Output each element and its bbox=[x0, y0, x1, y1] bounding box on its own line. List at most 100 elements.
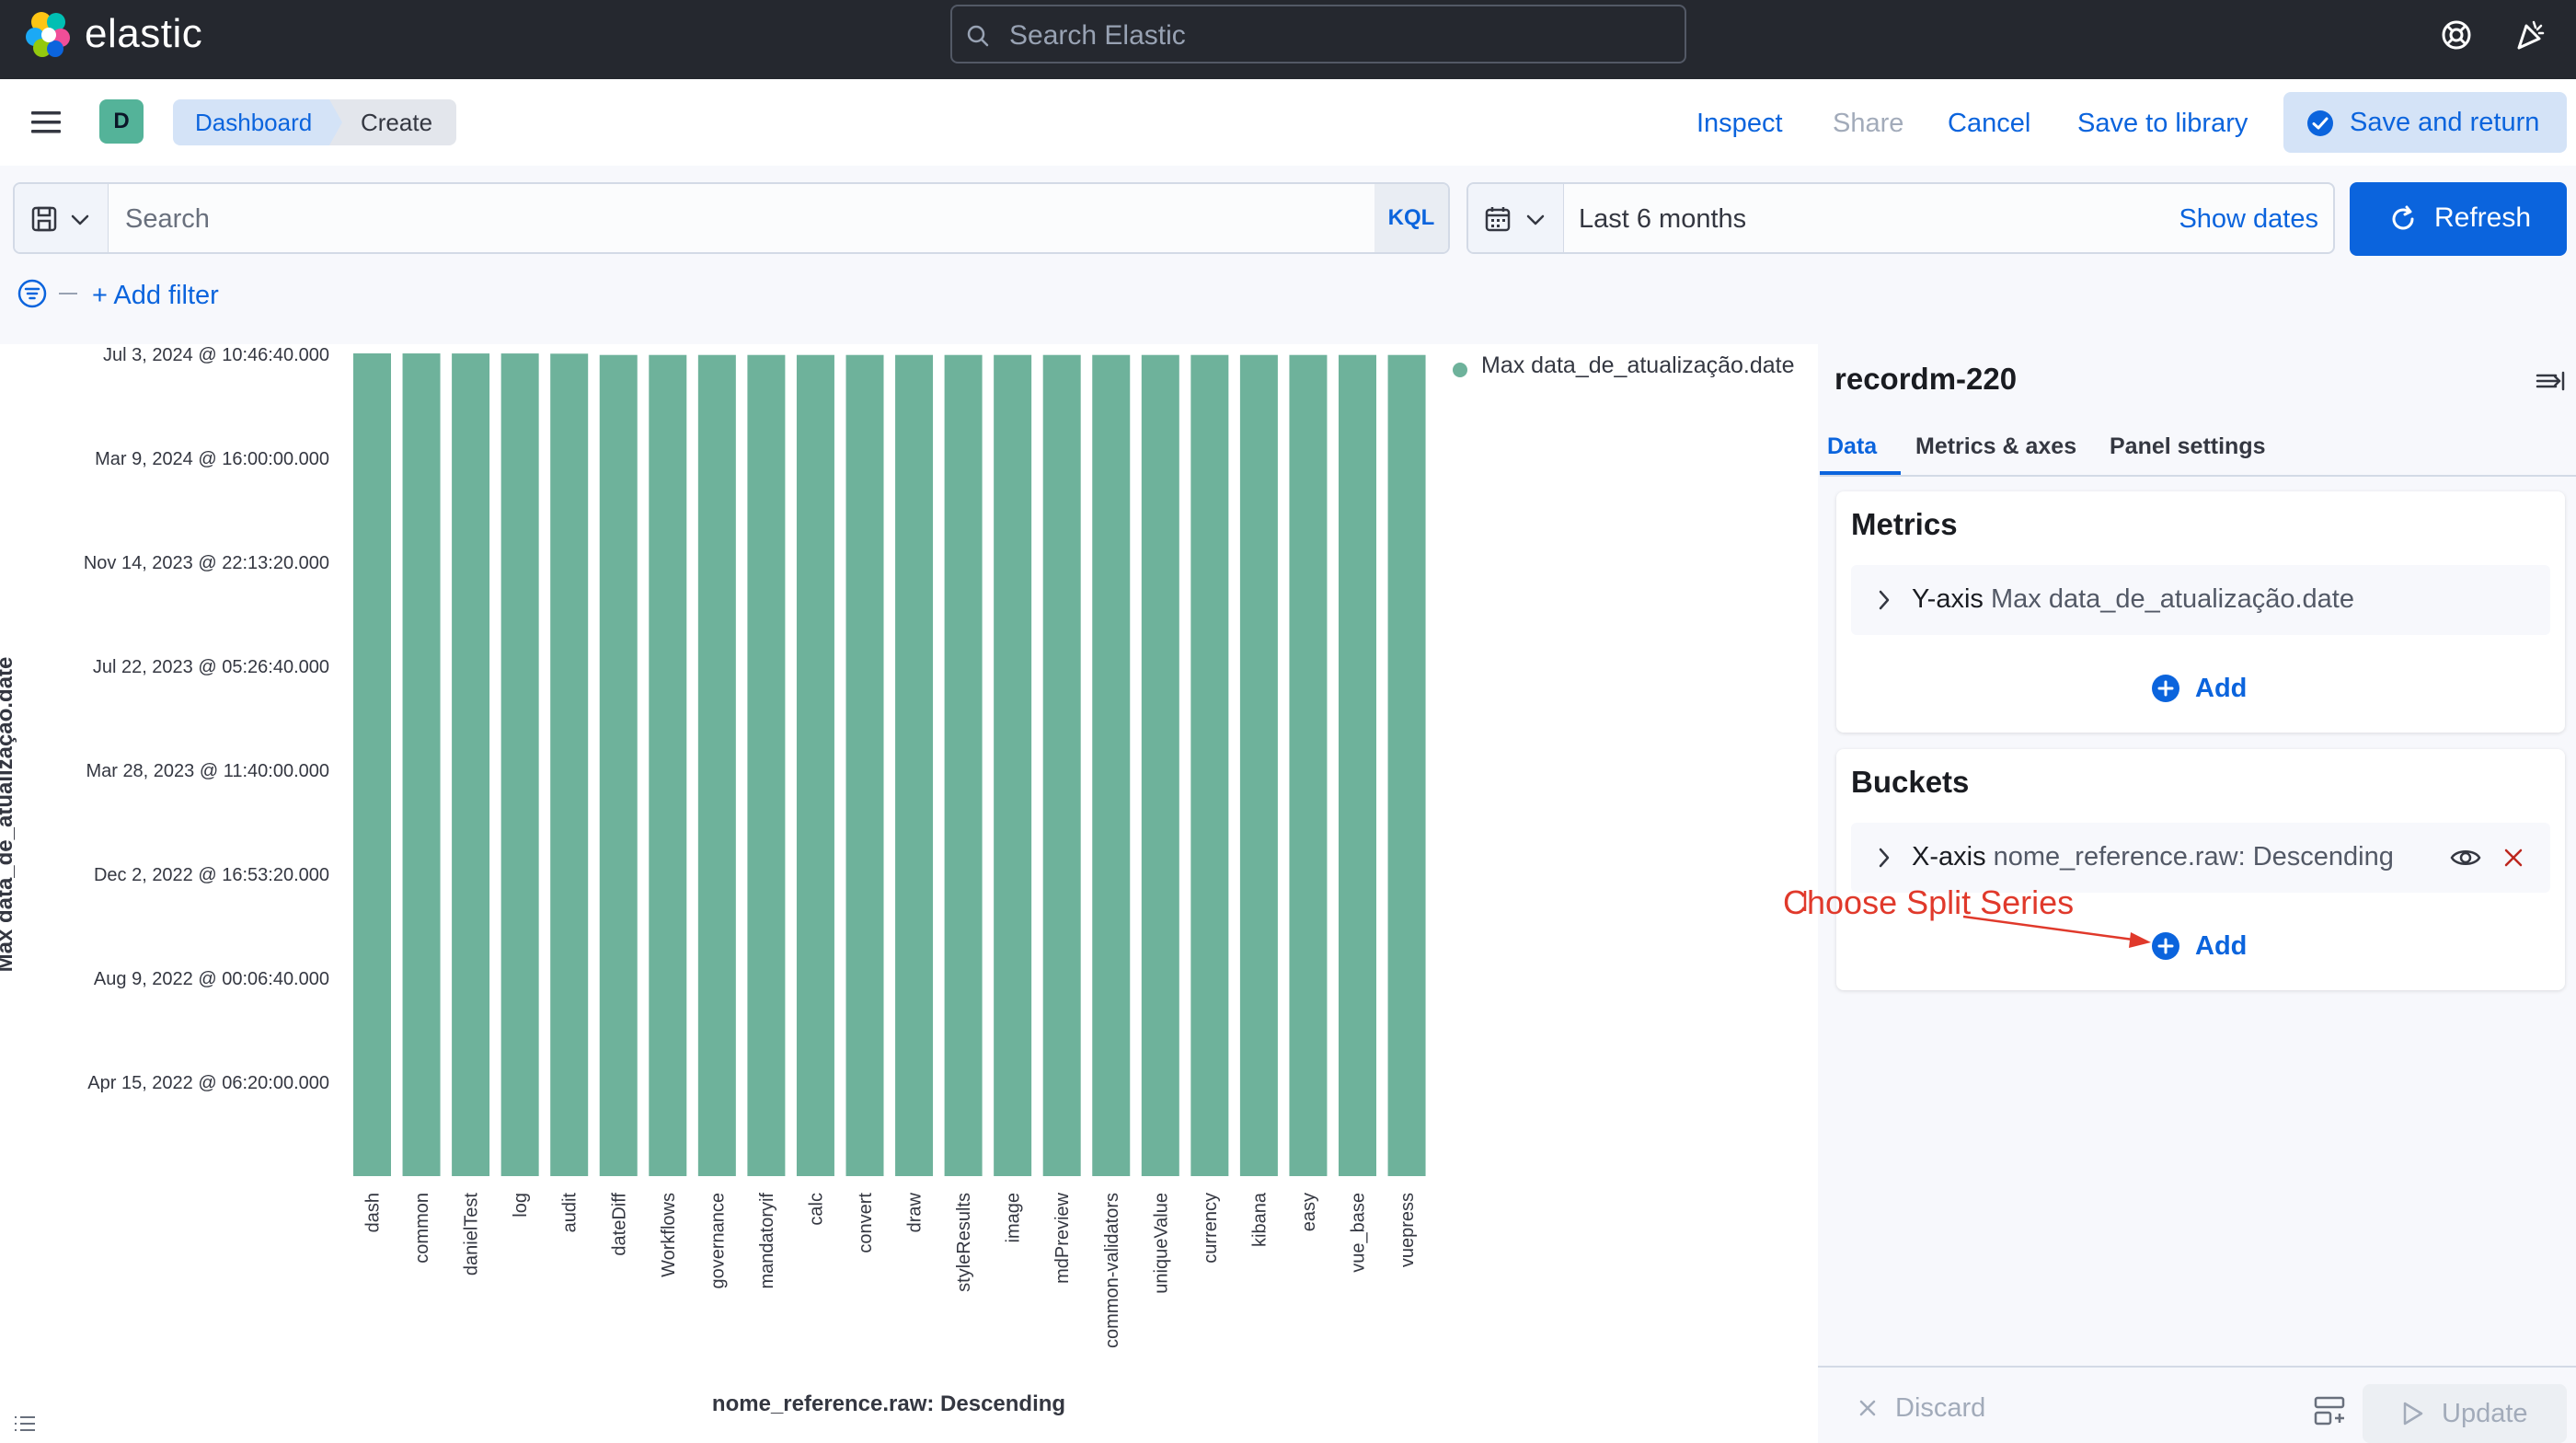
chart-bar[interactable] bbox=[994, 354, 1032, 1176]
chart-bar[interactable] bbox=[1289, 354, 1328, 1176]
plus-circle-icon bbox=[2152, 675, 2179, 702]
chart-bar[interactable] bbox=[944, 354, 983, 1176]
search-icon bbox=[967, 25, 989, 47]
y-tick-label: Apr 15, 2022 @ 06:20:00.000 bbox=[87, 1073, 329, 1093]
x-tick-label: dateDiff bbox=[609, 1193, 629, 1256]
list-icon[interactable] bbox=[9, 1410, 42, 1439]
chart-bar[interactable] bbox=[1190, 354, 1229, 1176]
chart-bar[interactable] bbox=[1387, 354, 1426, 1176]
plus-circle-icon bbox=[2152, 932, 2179, 960]
add-bucket-label: Add bbox=[2195, 931, 2248, 961]
chart-bar[interactable] bbox=[452, 353, 490, 1176]
x-axis-label: X-axis nome_reference.raw: Descending bbox=[1912, 840, 2394, 873]
saved-query-button[interactable] bbox=[15, 184, 109, 252]
legend-color-dot[interactable] bbox=[1453, 363, 1467, 377]
x-tick-label: convert bbox=[856, 1193, 876, 1253]
date-picker[interactable]: Last 6 months Show dates bbox=[1466, 182, 2335, 254]
y-tick-label: Aug 9, 2022 @ 00:06:40.000 bbox=[94, 969, 329, 989]
chart-bar[interactable] bbox=[649, 354, 687, 1176]
chart-bar[interactable] bbox=[1239, 354, 1278, 1176]
x-tick-label: vuepress bbox=[1397, 1193, 1418, 1267]
kql-toggle[interactable]: KQL bbox=[1374, 184, 1448, 252]
newsfeed-icon[interactable] bbox=[2512, 17, 2548, 53]
x-tick-label: audit bbox=[560, 1193, 581, 1233]
chart-bar[interactable] bbox=[550, 353, 589, 1177]
metrics-card: Metrics Y-axis Max data_de_atualização.d… bbox=[1836, 491, 2565, 733]
chart-bar[interactable] bbox=[402, 353, 441, 1176]
global-header: elastic Search Elastic bbox=[0, 0, 2576, 79]
time-range-label[interactable]: Last 6 months bbox=[1579, 202, 1746, 236]
calendar-icon bbox=[1485, 207, 1511, 232]
tab-metrics-axes[interactable]: Metrics & axes bbox=[1915, 433, 2076, 460]
chart-bar[interactable] bbox=[895, 354, 934, 1176]
chart-bar[interactable] bbox=[697, 354, 736, 1176]
share-link[interactable]: Share bbox=[1833, 107, 1903, 140]
tab-panel-settings[interactable]: Panel settings bbox=[2110, 433, 2266, 460]
chart-bar[interactable] bbox=[599, 354, 638, 1176]
chart-bar[interactable] bbox=[1042, 354, 1081, 1176]
auto-apply-icon[interactable] bbox=[2313, 1395, 2348, 1426]
query-input[interactable]: Search KQL bbox=[13, 182, 1450, 254]
y-tick-label: Nov 14, 2023 @ 22:13:20.000 bbox=[84, 553, 329, 573]
chart-bar[interactable] bbox=[1141, 354, 1179, 1176]
eye-icon[interactable] bbox=[2449, 845, 2482, 871]
chart-bar[interactable] bbox=[845, 354, 884, 1176]
y-axis-label: Y-axis Max data_de_atualização.date bbox=[1912, 583, 2354, 616]
x-tick-label: styleResults bbox=[954, 1193, 974, 1292]
filter-divider bbox=[59, 293, 77, 294]
inspect-link[interactable]: Inspect bbox=[1696, 107, 1783, 140]
tab-data[interactable]: Data bbox=[1827, 433, 1877, 460]
chart-bar[interactable] bbox=[1339, 354, 1376, 1176]
chart-bar[interactable] bbox=[796, 354, 834, 1176]
chart-bar[interactable] bbox=[353, 353, 391, 1176]
remove-icon[interactable] bbox=[2501, 845, 2526, 871]
global-search-input[interactable]: Search Elastic bbox=[950, 5, 1686, 63]
space-avatar[interactable]: D bbox=[99, 99, 144, 144]
update-label: Update bbox=[2442, 1399, 2528, 1428]
y-axis-label-name: Y-axis bbox=[1912, 584, 1984, 614]
x-tick-label: dash bbox=[363, 1193, 384, 1232]
chart-bar[interactable] bbox=[747, 354, 786, 1176]
x-tick-label: Workflows bbox=[659, 1193, 679, 1277]
x-tick-label: draw bbox=[905, 1192, 926, 1232]
refresh-button[interactable]: Refresh bbox=[2350, 182, 2567, 256]
app-name[interactable]: elastic bbox=[85, 11, 202, 57]
search-placeholder: Search Elastic bbox=[1009, 20, 1186, 51]
panel-title: recordm-220 bbox=[1834, 362, 2018, 396]
collapse-sidebar-icon[interactable] bbox=[2536, 368, 2565, 394]
x-tick-label: log bbox=[511, 1193, 531, 1218]
chart-bar[interactable] bbox=[1092, 354, 1131, 1176]
filter-menu-icon[interactable] bbox=[17, 278, 48, 309]
chevron-right-icon[interactable] bbox=[1873, 847, 1895, 869]
active-tab-indicator bbox=[1820, 471, 1901, 475]
legend-item-label[interactable]: Max data_de_atualização.date bbox=[1481, 352, 1795, 379]
discard-label: Discard bbox=[1895, 1393, 1986, 1423]
chart-bar[interactable] bbox=[500, 353, 539, 1176]
x-tick-label: vue_base bbox=[1349, 1193, 1369, 1273]
x-tick-label: currency bbox=[1201, 1193, 1221, 1264]
add-filter-button[interactable]: + Add filter bbox=[92, 279, 219, 312]
x-axis-agg-row[interactable]: X-axis nome_reference.raw: Descending bbox=[1851, 823, 2550, 893]
chevron-down-icon bbox=[71, 214, 89, 225]
app-nav-bar: D Dashboard Create Inspect Share Cancel … bbox=[0, 79, 2576, 166]
menu-icon[interactable] bbox=[28, 107, 68, 138]
show-dates-link[interactable]: Show dates bbox=[2179, 202, 2318, 236]
add-metric-label: Add bbox=[2195, 674, 2248, 703]
elastic-logo[interactable] bbox=[24, 9, 74, 59]
y-tick-label: Mar 28, 2023 @ 11:40:00.000 bbox=[86, 761, 329, 781]
quick-menu-button[interactable] bbox=[1468, 184, 1564, 252]
y-axis-agg-row[interactable]: Y-axis Max data_de_atualização.date bbox=[1851, 565, 2550, 635]
breadcrumb-dashboard[interactable]: Dashboard bbox=[173, 99, 343, 145]
metrics-title: Metrics bbox=[1851, 507, 1958, 541]
x-tick-label: uniqueValue bbox=[1151, 1193, 1171, 1294]
update-button[interactable]: Update bbox=[2363, 1384, 2567, 1443]
chevron-right-icon[interactable] bbox=[1873, 589, 1895, 611]
save-to-library-link[interactable]: Save to library bbox=[2077, 107, 2248, 140]
save-and-return-button[interactable]: Save and return bbox=[2283, 92, 2567, 153]
help-icon[interactable] bbox=[2438, 17, 2475, 53]
save-icon bbox=[31, 206, 57, 232]
cancel-link[interactable]: Cancel bbox=[1948, 107, 2030, 140]
query-placeholder: Search bbox=[125, 204, 210, 234]
chevron-down-icon bbox=[1526, 214, 1545, 225]
breadcrumb-create: Create bbox=[329, 99, 457, 145]
